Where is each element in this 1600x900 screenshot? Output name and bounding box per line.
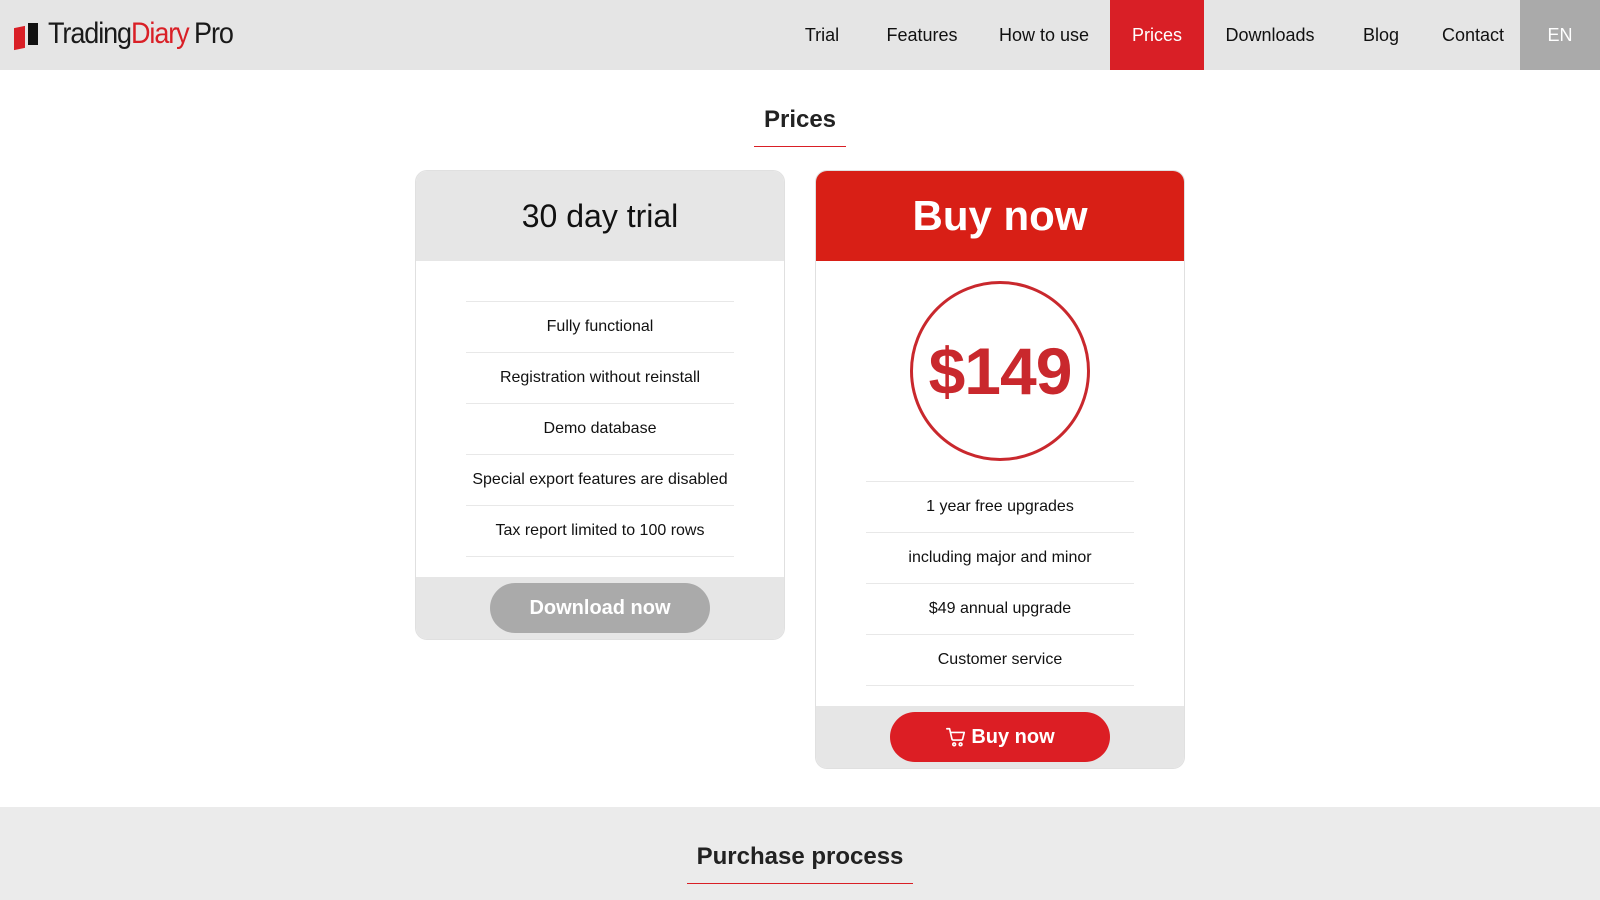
nav-item-downloads[interactable]: Downloads — [1204, 0, 1336, 70]
nav-item-prices[interactable]: Prices — [1110, 0, 1204, 70]
buy-card-title: Buy now — [816, 171, 1184, 261]
nav-item-features[interactable]: Features — [866, 0, 978, 70]
trial-card: 30 day trial Fully functional Registrati… — [415, 170, 785, 640]
main-nav: Trial Features How to use Prices Downloa… — [778, 0, 1600, 70]
list-item: $49 annual upgrade — [866, 584, 1134, 635]
prices-section-title: Prices — [0, 106, 1600, 147]
list-item: Registration without reinstall — [466, 353, 734, 404]
brand-name-diary: Diary — [130, 17, 190, 50]
trial-features-list: Fully functional Registration without re… — [466, 301, 734, 557]
list-item: including major and minor — [866, 533, 1134, 584]
language-selector[interactable]: EN — [1520, 0, 1600, 70]
list-item: Demo database — [466, 404, 734, 455]
prices-title-text: Prices — [763, 106, 837, 133]
buy-card-footer: Buy now — [816, 706, 1184, 768]
trial-card-footer: Download now — [416, 577, 784, 639]
download-now-button[interactable]: Download now — [490, 583, 710, 633]
nav-item-contact[interactable]: Contact — [1426, 0, 1520, 70]
list-item: Fully functional — [466, 302, 734, 353]
purchase-title-text: Purchase process — [696, 843, 904, 870]
trial-card-title: 30 day trial — [416, 171, 784, 261]
list-item: Special export features are disabled — [466, 455, 734, 506]
price-badge: $149 — [910, 281, 1090, 461]
list-item: Tax report limited to 100 rows — [466, 506, 734, 557]
purchase-section-title: Purchase process — [0, 843, 1600, 884]
buy-card: Buy now $149 1 year free upgrades includ… — [815, 170, 1185, 769]
list-item: Customer service — [866, 635, 1134, 686]
brand-logo[interactable]: TradingDiary Pro — [14, 14, 253, 54]
list-item: 1 year free upgrades — [866, 482, 1134, 533]
buy-now-button-label: Buy now — [971, 725, 1055, 748]
purchase-process-section: Purchase process — [0, 807, 1600, 900]
nav-item-how-to-use[interactable]: How to use — [978, 0, 1110, 70]
brand-name: TradingDiary Pro — [48, 17, 234, 50]
brand-name-trading: Trading — [48, 17, 132, 50]
title-underline — [687, 883, 913, 884]
brand-name-pro: Pro — [194, 17, 234, 50]
buy-now-button[interactable]: Buy now — [890, 712, 1110, 762]
buy-features-list: 1 year free upgrades including major and… — [866, 481, 1134, 686]
nav-item-blog[interactable]: Blog — [1336, 0, 1426, 70]
title-underline — [754, 146, 846, 147]
cart-icon — [946, 727, 966, 747]
nav-item-trial[interactable]: Trial — [778, 0, 866, 70]
logo-mark-icon — [14, 19, 40, 51]
site-header: TradingDiary Pro Trial Features How to us… — [0, 0, 1600, 70]
